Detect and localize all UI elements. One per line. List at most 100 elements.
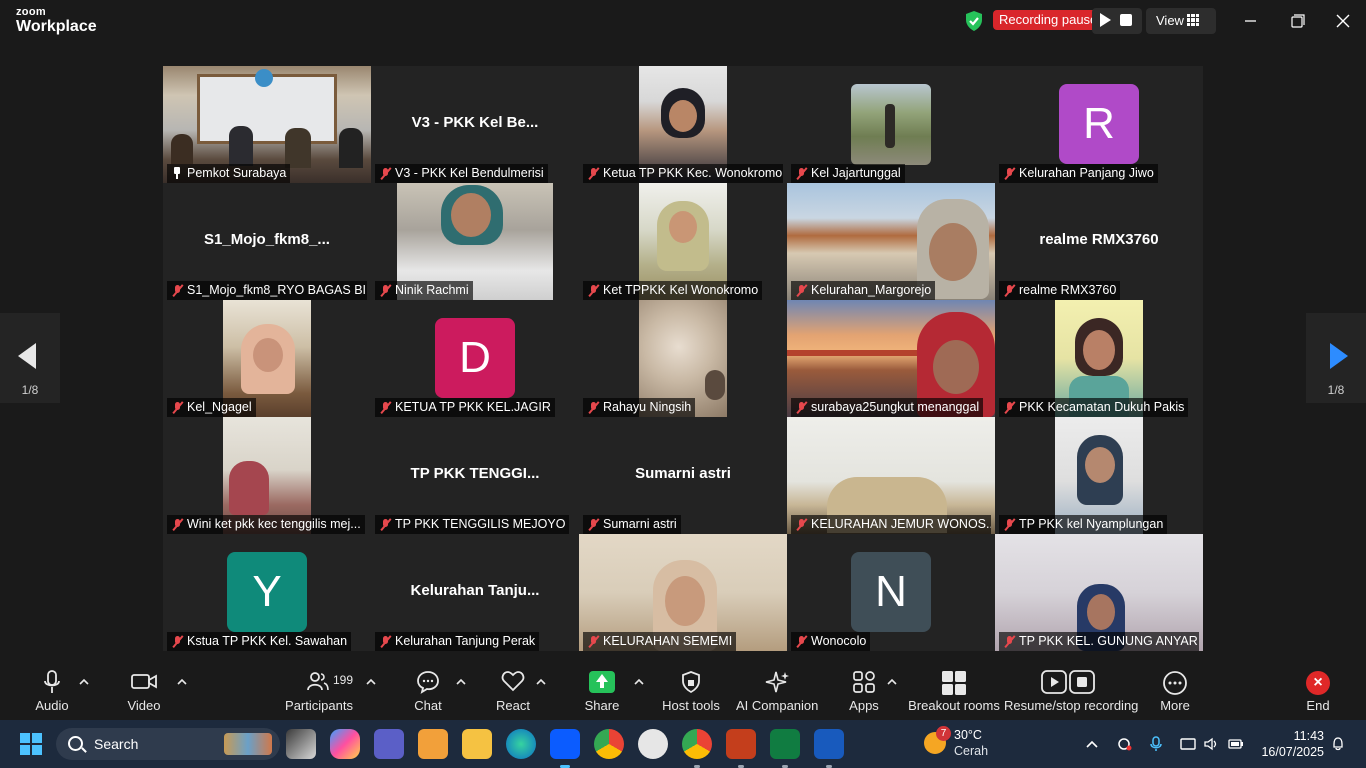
video-options-chevron-icon[interactable] bbox=[177, 677, 187, 687]
participant-name-tag: Kelurahan Tanjung Perak bbox=[375, 632, 540, 651]
participant-tile[interactable]: R Kelurahan Panjang Jiwo bbox=[995, 66, 1203, 183]
stop-recording-icon[interactable] bbox=[1120, 14, 1132, 26]
more-button[interactable]: More bbox=[1152, 660, 1198, 718]
participant-tile[interactable]: Y Kstua TP PKK Kel. Sawahan bbox=[163, 534, 371, 651]
participant-name-tag: TP PKK KEL. GUNUNG ANYAR bbox=[999, 632, 1199, 651]
chat-label: Chat bbox=[414, 698, 442, 713]
word-icon[interactable] bbox=[814, 729, 844, 768]
participant-tile[interactable]: Sumarni astri Sumarni astri bbox=[579, 417, 787, 534]
ai-companion-button[interactable]: AI Companion bbox=[736, 660, 818, 718]
sync-icon[interactable] bbox=[1116, 736, 1132, 752]
participant-display-name: TP PKK TENGGI... bbox=[410, 465, 540, 482]
participant-tile[interactable]: realme RMX3760 realme RMX3760 bbox=[995, 183, 1203, 300]
participant-tile[interactable]: TP PKK TENGGI... TP PKK TENGGILIS MEJOYO bbox=[371, 417, 579, 534]
participant-tile[interactable]: Kel_Ngagel bbox=[163, 300, 371, 417]
participants-icon bbox=[307, 672, 329, 691]
participants-button[interactable]: Participants bbox=[284, 660, 354, 718]
share-options-chevron-icon[interactable] bbox=[634, 677, 644, 687]
host-tools-button[interactable]: Host tools bbox=[660, 660, 722, 718]
file-explorer-icon[interactable] bbox=[462, 729, 492, 759]
close-icon[interactable] bbox=[1331, 10, 1355, 32]
volume-icon[interactable] bbox=[1203, 736, 1219, 752]
participant-name-tag: KELURAHAN SEMEMI bbox=[583, 632, 737, 651]
participant-tile[interactable]: Wini ket pkk kec tenggilis mej... bbox=[163, 417, 371, 534]
muted-mic-icon bbox=[588, 168, 599, 179]
participant-tile[interactable]: TP PKK KEL. GUNUNG ANYAR bbox=[995, 534, 1203, 651]
participant-tile[interactable]: Pemkot Surabaya bbox=[163, 66, 371, 183]
microphone-tray-icon[interactable] bbox=[1148, 736, 1164, 752]
minimize-icon[interactable] bbox=[1238, 10, 1262, 32]
video-button[interactable]: Video bbox=[114, 660, 174, 718]
participant-tile[interactable]: surabaya25ungkut menanggal bbox=[787, 300, 995, 417]
participant-name-tag: S1_Mojo_fkm8_RYO BAGAS BI... bbox=[167, 281, 367, 300]
participant-tile[interactable]: V3 - PKK Kel Be... V3 - PKK Kel Bendulme… bbox=[371, 66, 579, 183]
breakout-rooms-button[interactable]: Breakout rooms bbox=[908, 660, 1000, 718]
participant-tile[interactable]: KELURAHAN JEMUR WONOS... bbox=[787, 417, 995, 534]
participant-tile[interactable]: KELURAHAN SEMEMI bbox=[579, 534, 787, 651]
participant-tile[interactable]: S1_Mojo_fkm8_... S1_Mojo_fkm8_RYO BAGAS … bbox=[163, 183, 371, 300]
participant-display-name: S1_Mojo_fkm8_... bbox=[204, 231, 330, 248]
apps-options-chevron-icon[interactable] bbox=[887, 677, 897, 687]
task-view-icon[interactable] bbox=[286, 729, 316, 759]
title-bar: zoom Workplace Recording paused View bbox=[0, 0, 1366, 44]
next-page-button[interactable]: 1/8 bbox=[1306, 313, 1366, 403]
excel-icon[interactable] bbox=[770, 729, 800, 768]
react-button[interactable]: React bbox=[490, 660, 536, 718]
chat-options-chevron-icon[interactable] bbox=[456, 677, 466, 687]
participant-tile[interactable]: N Wonocolo bbox=[787, 534, 995, 651]
muted-mic-icon bbox=[380, 285, 391, 296]
chevron-up-icon[interactable] bbox=[1084, 736, 1100, 752]
battery-icon[interactable] bbox=[1228, 736, 1244, 752]
windows-start-icon[interactable] bbox=[20, 733, 42, 755]
participant-tile[interactable]: Kelurahan Tanju... Kelurahan Tanjung Per… bbox=[371, 534, 579, 651]
search-label: Search bbox=[94, 736, 139, 752]
audio-options-chevron-icon[interactable] bbox=[79, 677, 89, 687]
participant-display-name: V3 - PKK Kel Be... bbox=[411, 114, 539, 131]
react-options-chevron-icon[interactable] bbox=[536, 677, 546, 687]
system-clock[interactable]: 11:43 16/07/2025 bbox=[1258, 728, 1324, 760]
previous-page-button[interactable]: 1/8 bbox=[0, 313, 60, 403]
network-icon[interactable] bbox=[1180, 736, 1196, 752]
muted-mic-icon bbox=[172, 636, 183, 647]
participant-tile[interactable]: PKK Kecamatan Dukuh Pakis bbox=[995, 300, 1203, 417]
participant-tile[interactable]: Rahayu Ningsih bbox=[579, 300, 787, 417]
audio-button[interactable]: Audio bbox=[22, 660, 82, 718]
participant-tile[interactable]: D KETUA TP PKK KEL.JAGIR bbox=[371, 300, 579, 417]
chrome-icon[interactable] bbox=[594, 729, 624, 759]
participant-tile[interactable]: Ketua TP PKK Kec. Wonokromo bbox=[579, 66, 787, 183]
participant-name-tag: Ket TPPKK Kel Wonokromo bbox=[583, 281, 763, 300]
powerpoint-icon[interactable] bbox=[726, 729, 756, 768]
resume-stop-recording-button[interactable]: Resume/stop recording bbox=[1004, 660, 1138, 718]
participants-options-chevron-icon[interactable] bbox=[366, 677, 376, 687]
taskbar-search[interactable]: Search bbox=[56, 728, 280, 760]
participant-avatar: N bbox=[851, 552, 931, 632]
resume-recording-icon[interactable] bbox=[1100, 13, 1111, 27]
participant-tile[interactable]: Ket TPPKK Kel Wonokromo bbox=[579, 183, 787, 300]
logo-bottom: Workplace bbox=[16, 18, 97, 35]
copilot-icon[interactable] bbox=[330, 729, 360, 759]
teams-icon[interactable] bbox=[374, 729, 404, 759]
clipchamp-icon[interactable] bbox=[418, 729, 448, 759]
weather-temperature: 30°C bbox=[954, 728, 982, 742]
notification-bell-icon[interactable] bbox=[1330, 736, 1346, 752]
participant-name-tag: TP PKK kel Nyamplungan bbox=[999, 515, 1168, 534]
zoom-icon[interactable] bbox=[550, 729, 580, 768]
share-button[interactable]: Share bbox=[578, 660, 626, 718]
participant-tile[interactable]: Ninik Rachmi bbox=[371, 183, 579, 300]
chat-button[interactable]: Chat bbox=[404, 660, 452, 718]
restore-icon[interactable] bbox=[1285, 10, 1309, 32]
participant-name-tag: Wini ket pkk kec tenggilis mej... bbox=[167, 515, 365, 534]
participant-tile[interactable]: Kelurahan_Margorejo bbox=[787, 183, 995, 300]
participant-name-tag: Wonocolo bbox=[791, 632, 871, 651]
muted-mic-icon bbox=[796, 168, 807, 179]
edge-icon[interactable] bbox=[506, 729, 536, 759]
view-button[interactable]: View bbox=[1146, 8, 1216, 34]
participant-tile[interactable]: TP PKK kel Nyamplungan bbox=[995, 417, 1203, 534]
apps-button[interactable]: Apps bbox=[842, 660, 886, 718]
muted-mic-icon bbox=[1004, 285, 1015, 296]
end-button[interactable]: × End bbox=[1296, 660, 1340, 718]
clock-app-icon[interactable] bbox=[638, 729, 668, 759]
chrome-profile-icon[interactable] bbox=[682, 729, 712, 768]
participant-tile[interactable]: Kel Jajartunggal bbox=[787, 66, 995, 183]
windows-taskbar: Search 7 30°C Cerah 11:43 16/07/2025 bbox=[0, 720, 1366, 768]
